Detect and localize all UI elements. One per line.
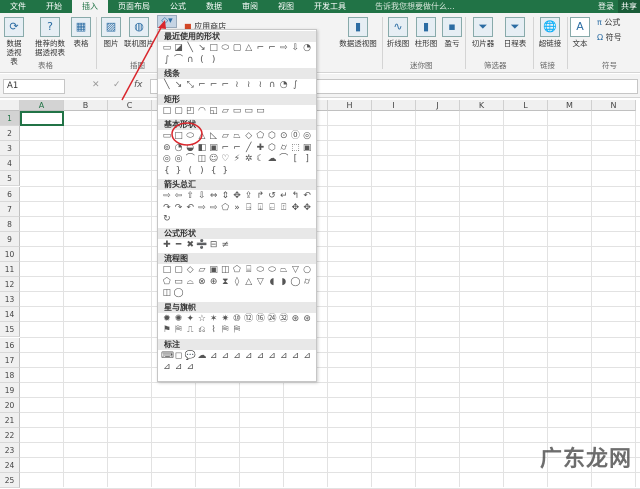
gridline (20, 487, 640, 489)
annotation-overlay (121, 20, 203, 146)
annotation-arrow-line (121, 23, 164, 101)
annotation-circle-oval (171, 122, 203, 146)
annotation-arrow-head (158, 20, 166, 29)
watermark-logo: 广东龙网 (539, 447, 632, 472)
